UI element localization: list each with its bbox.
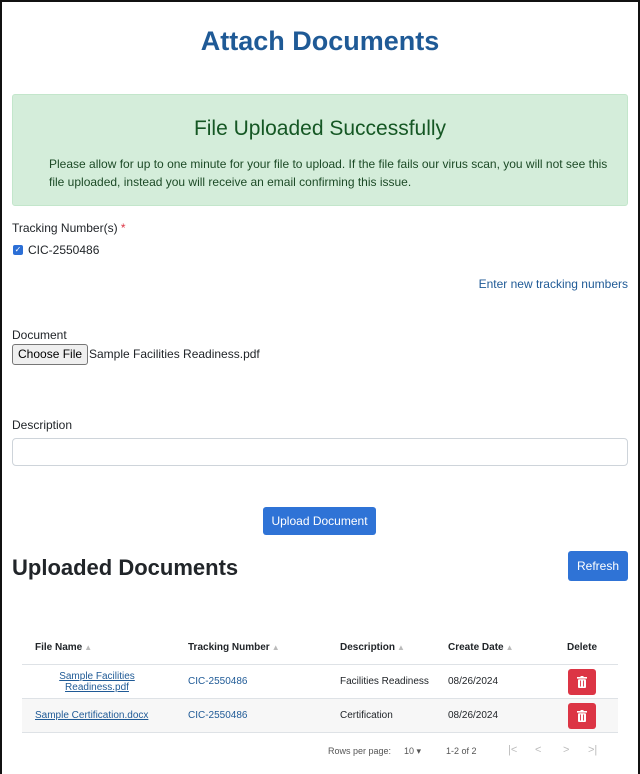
column-label: Description (340, 641, 396, 653)
tracking-number-cell[interactable]: CIC-2550486 (188, 665, 328, 698)
file-link[interactable]: Sample Certification.docx (35, 710, 148, 721)
required-mark: * (120, 221, 126, 235)
sort-arrow-icon: ▲ (84, 642, 93, 652)
prev-page-icon[interactable]: < (535, 744, 541, 756)
sort-arrow-icon: ▲ (505, 642, 514, 652)
choose-file-button[interactable]: Choose File (12, 344, 89, 365)
next-page-icon[interactable]: > (563, 744, 569, 756)
tracking-checkbox-label: CIC-2550486 (28, 243, 100, 257)
description-input[interactable] (12, 438, 628, 466)
delete-cell (552, 665, 612, 698)
tracking-checkbox[interactable]: ✓ (13, 245, 23, 255)
pagination: Rows per page: 10 ▾ 1-2 of 2 |< < > >| (22, 742, 618, 762)
column-label: Delete (566, 641, 597, 653)
create-date-cell: 08/26/2024 (448, 710, 499, 721)
file-name-cell: Sample Facilities Readiness.pdf (22, 665, 172, 698)
last-page-icon[interactable]: >| (588, 744, 597, 756)
tracking-label: Tracking Number(s) * (12, 221, 126, 235)
uploaded-documents-title: Uploaded Documents (12, 555, 239, 580)
document-label: Document (12, 328, 67, 342)
description-cell: Facilities Readiness (340, 676, 429, 687)
rows-per-page-value: 10 (404, 746, 415, 756)
trash-icon (577, 709, 587, 722)
enter-new-tracking-link[interactable]: Enter new tracking numbers (479, 277, 628, 291)
file-link[interactable]: Sample Facilities Readiness.pdf (59, 671, 135, 693)
page-title: Attach Documents (200, 26, 440, 56)
delete-button[interactable] (568, 702, 596, 729)
description-cell: Certification (340, 710, 393, 721)
delete-button[interactable] (568, 668, 596, 695)
file-name-cell: Sample Certification.docx (22, 699, 172, 732)
checkmark-icon: ✓ (14, 245, 22, 254)
upload-document-button[interactable]: Upload Document (263, 507, 376, 535)
column-label: Tracking Number (188, 641, 270, 653)
sort-arrow-icon: ▲ (397, 642, 405, 652)
rows-per-page-select[interactable]: 10 ▾ (404, 746, 421, 757)
column-header-description[interactable]: Description ▲ (340, 630, 450, 664)
sort-arrow-icon: ▲ (271, 642, 280, 652)
tracking-label-text: Tracking Number(s) (12, 221, 118, 235)
caret-down-icon: ▾ (416, 746, 422, 756)
alert-message: Please allow for up to one minute for yo… (49, 157, 608, 189)
file-link-line: Readiness.pdf (65, 681, 129, 693)
description-label: Description (12, 418, 73, 432)
table-header: File Name ▲ Tracking Number ▲ Description ▲… (22, 630, 618, 665)
column-header-tracking-number[interactable]: Tracking Number ▲ (188, 630, 328, 664)
column-header-create-date[interactable]: Create Date ▲ (448, 630, 538, 664)
refresh-button[interactable]: Refresh (568, 551, 628, 581)
selected-file-name: Sample Facilities Readiness.pdf (89, 347, 260, 361)
alert-title: File Uploaded Successfully (193, 117, 447, 140)
create-date-cell: 08/26/2024 (448, 676, 499, 687)
trash-icon (577, 675, 587, 688)
file-link-line: Sample Facilities (59, 670, 135, 682)
column-header-delete: Delete (552, 630, 612, 664)
table-row: Sample Facilities Readiness.pdf CIC-25504… (22, 665, 618, 699)
tracking-number-cell[interactable]: CIC-2550486 (188, 699, 328, 732)
column-label: File Name (35, 641, 83, 653)
column-header-file-name[interactable]: File Name ▲ (22, 630, 172, 664)
table-row: Sample Certification.docx CIC-2550486 Ce… (22, 699, 618, 733)
success-alert: File Uploaded Successfully Please allow … (12, 94, 628, 206)
column-label: Create Date (448, 641, 504, 653)
rows-per-page-label: Rows per page: (328, 746, 392, 756)
page-range: 1-2 of 2 (446, 746, 477, 756)
delete-cell (552, 699, 612, 732)
first-page-icon[interactable]: |< (508, 744, 517, 756)
